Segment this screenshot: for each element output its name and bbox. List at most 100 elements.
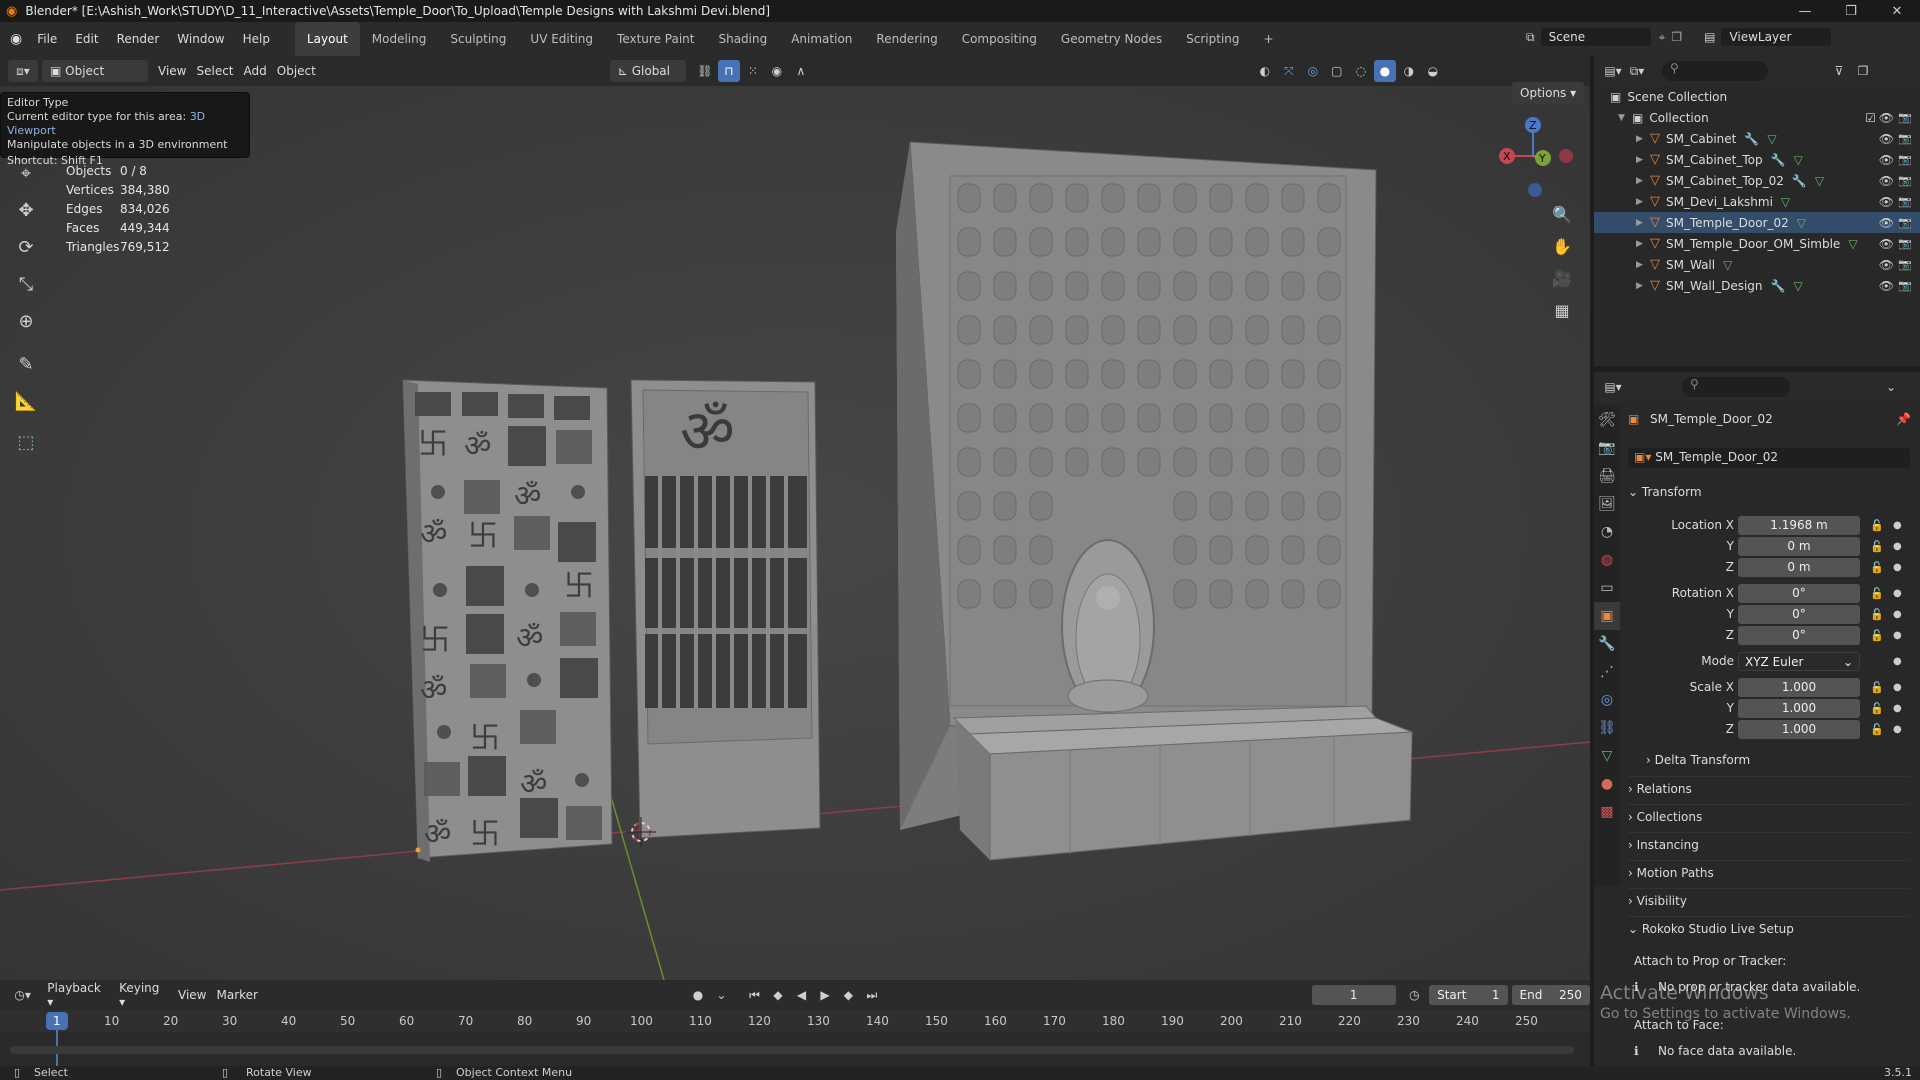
eye-icon[interactable]: 👁 [1879, 279, 1894, 293]
temple-door-panel-swastika[interactable]: 卐 ॐॐॐ 卐卐卐 ॐॐ卐ॐॐ 卐 [402, 379, 613, 862]
menu-marker[interactable]: Marker [217, 988, 258, 1002]
world-tab-icon[interactable]: ◍ [1594, 546, 1620, 574]
start-frame-field[interactable]: Start 1 [1429, 985, 1508, 1005]
location-y-field[interactable]: 0 m [1738, 537, 1860, 556]
end-frame-field[interactable]: End 250 [1511, 985, 1590, 1005]
data-tab-icon[interactable]: ▽ [1594, 742, 1620, 770]
zoom-icon[interactable]: 🔍 [1548, 200, 1576, 228]
camera-icon[interactable]: 📷 [1898, 258, 1912, 271]
camera-icon[interactable]: 📷 [1898, 216, 1912, 229]
select-tool-icon[interactable]: ⌖ [8, 156, 44, 190]
lock-icon[interactable]: 🔓 [1870, 519, 1884, 532]
outliner-item[interactable]: ▶ ▽ SM_Devi_Lakshmi ▽ 👁 📷 [1594, 191, 1920, 212]
orthographic-grid-icon[interactable]: ▦ [1548, 296, 1576, 324]
overlay-icon[interactable]: ◎ [1302, 60, 1324, 82]
menu-view[interactable]: View [158, 64, 186, 78]
annotate-tool-icon[interactable]: ✎ [8, 347, 44, 381]
outliner-scene-collection[interactable]: ▣ Scene Collection [1594, 86, 1920, 107]
lock-icon[interactable]: 🔓 [1870, 587, 1884, 600]
new-scene-icon[interactable]: ❐ [1671, 30, 1682, 44]
location-z-field[interactable]: 0 m [1738, 558, 1860, 577]
object-tab-icon[interactable]: ▣ [1594, 602, 1620, 630]
properties-options-icon[interactable]: ⌄ [1880, 376, 1902, 398]
3d-viewport[interactable]: 卐ॐॐॐ卐卐卐ॐॐ卐ॐॐ卐 ॐ Z X Y [0, 86, 1590, 980]
camera-icon[interactable]: 📷 [1898, 279, 1912, 292]
tab-shading[interactable]: Shading [706, 22, 779, 56]
particles-tab-icon[interactable]: ⋰ [1594, 658, 1620, 686]
auto-keying-options-icon[interactable]: ⌄ [711, 984, 732, 1006]
keyframe-dot-icon[interactable]: ● [1893, 724, 1902, 735]
close-icon[interactable]: ✕ [1874, 0, 1920, 22]
proportional-edit-icon[interactable]: ◉ [766, 60, 788, 82]
menu-select[interactable]: Select [196, 64, 233, 78]
jump-end-icon[interactable]: ⏭ [861, 984, 882, 1006]
camera-icon[interactable]: 📷 [1898, 153, 1912, 166]
tab-texture-paint[interactable]: Texture Paint [605, 22, 706, 56]
panel-collections[interactable]: › Collections [1628, 804, 1910, 828]
render-tab-icon[interactable]: 📷 [1594, 434, 1620, 462]
visibility-filter-icon[interactable]: ◐ [1254, 60, 1276, 82]
keyframe-dot-icon[interactable]: ● [1893, 609, 1902, 620]
keyframe-dot-icon[interactable]: ● [1893, 703, 1902, 714]
scene-icon[interactable]: ⧉ [1526, 30, 1535, 45]
keyframe-dot-icon[interactable]: ● [1893, 520, 1902, 531]
menu-timeline-view[interactable]: View [178, 988, 206, 1002]
menu-edit[interactable]: Edit [66, 22, 107, 56]
tab-rendering[interactable]: Rendering [864, 22, 949, 56]
menu-help[interactable]: Help [234, 22, 279, 56]
solid-shading-icon[interactable]: ● [1373, 60, 1396, 82]
lock-icon[interactable]: 🔓 [1870, 608, 1884, 621]
viewlayer-name-field[interactable]: ViewLayer [1721, 28, 1832, 46]
material-shading-icon[interactable]: ◑ [1398, 60, 1420, 82]
outliner-item[interactable]: ▶ ▽ SM_Wall ▽ 👁 📷 [1594, 254, 1920, 275]
move-tool-icon[interactable]: ✥ [8, 193, 44, 227]
wireframe-shading-icon[interactable]: ◌ [1350, 60, 1372, 82]
eye-icon[interactable]: 👁 [1879, 132, 1894, 146]
output-tab-icon[interactable]: 🖨 [1594, 462, 1620, 490]
menu-render[interactable]: Render [108, 22, 169, 56]
camera-icon[interactable]: 📷 [1898, 195, 1912, 208]
tab-animation[interactable]: Animation [779, 22, 864, 56]
properties-editor-type-icon[interactable]: ▤▾ [1602, 376, 1624, 398]
prev-keyframe-icon[interactable]: ◆ [767, 984, 788, 1006]
xray-icon[interactable]: ▢ [1326, 60, 1348, 82]
tool-tab-icon[interactable]: 🛠 [1594, 406, 1620, 434]
filter-icon[interactable]: ⊽ [1828, 60, 1850, 82]
add-cube-tool-icon[interactable]: ⬚ [8, 425, 44, 459]
outliner-item[interactable]: ▶ ▽ SM_Temple_Door_OM_Simble ▽ 👁 📷 [1594, 233, 1920, 254]
timeline-editor-type-icon[interactable]: ◷▾ [8, 984, 37, 1006]
scale-x-field[interactable]: 1.000 [1738, 678, 1860, 697]
rotation-mode-dropdown[interactable]: XYZ Euler ⌄ [1738, 652, 1860, 671]
pin-icon[interactable]: ⌖ [1659, 30, 1666, 45]
keyframe-dot-icon[interactable]: ● [1893, 630, 1902, 641]
eye-icon[interactable]: 👁 [1879, 258, 1894, 272]
tab-scripting[interactable]: Scripting [1174, 22, 1251, 56]
keyframe-dot-icon[interactable]: ● [1893, 562, 1902, 573]
eye-icon[interactable]: 👁 [1879, 195, 1894, 209]
outliner-item[interactable]: ▶ ▽ SM_Cabinet_Top_02 🔧 ▽ 👁 📷 [1594, 170, 1920, 191]
panel-motion-paths[interactable]: › Motion Paths [1628, 860, 1910, 884]
expand-arrow-icon[interactable]: ▼ [1618, 113, 1628, 123]
scene-name-field[interactable]: Scene [1540, 28, 1651, 46]
transform-panel-header[interactable]: ⌄ Transform [1628, 480, 1910, 504]
tab-sculpting[interactable]: Sculpting [438, 22, 518, 56]
menu-add[interactable]: Add [244, 64, 267, 78]
object-name-field[interactable]: ▣▾ SM_Temple_Door_02 [1628, 448, 1910, 468]
tab-uv-editing[interactable]: UV Editing [518, 22, 605, 56]
lock-icon[interactable]: 🔓 [1870, 723, 1884, 736]
collection-tab-icon[interactable]: ▭ [1594, 574, 1620, 602]
rotation-y-field[interactable]: 0° [1738, 605, 1860, 624]
menu-playback[interactable]: Playback ▾ [47, 981, 109, 1009]
menu-keying[interactable]: Keying ▾ [119, 981, 168, 1009]
scene-tab-icon[interactable]: ◔ [1594, 518, 1620, 546]
rotation-x-field[interactable]: 0° [1738, 584, 1860, 603]
rendered-shading-icon[interactable]: ◒ [1422, 60, 1444, 82]
pivot-icon[interactable]: ⛓ [694, 60, 716, 82]
jump-start-icon[interactable]: ⏮ [744, 984, 765, 1006]
new-collection-icon[interactable]: ❐ [1852, 60, 1874, 82]
constraints-tab-icon[interactable]: ⛓ [1594, 714, 1620, 742]
physics-tab-icon[interactable]: ◎ [1594, 686, 1620, 714]
tab-geometry-nodes[interactable]: Geometry Nodes [1049, 22, 1174, 56]
record-icon[interactable]: ● [687, 984, 708, 1006]
falloff-icon[interactable]: ∧ [790, 60, 812, 82]
